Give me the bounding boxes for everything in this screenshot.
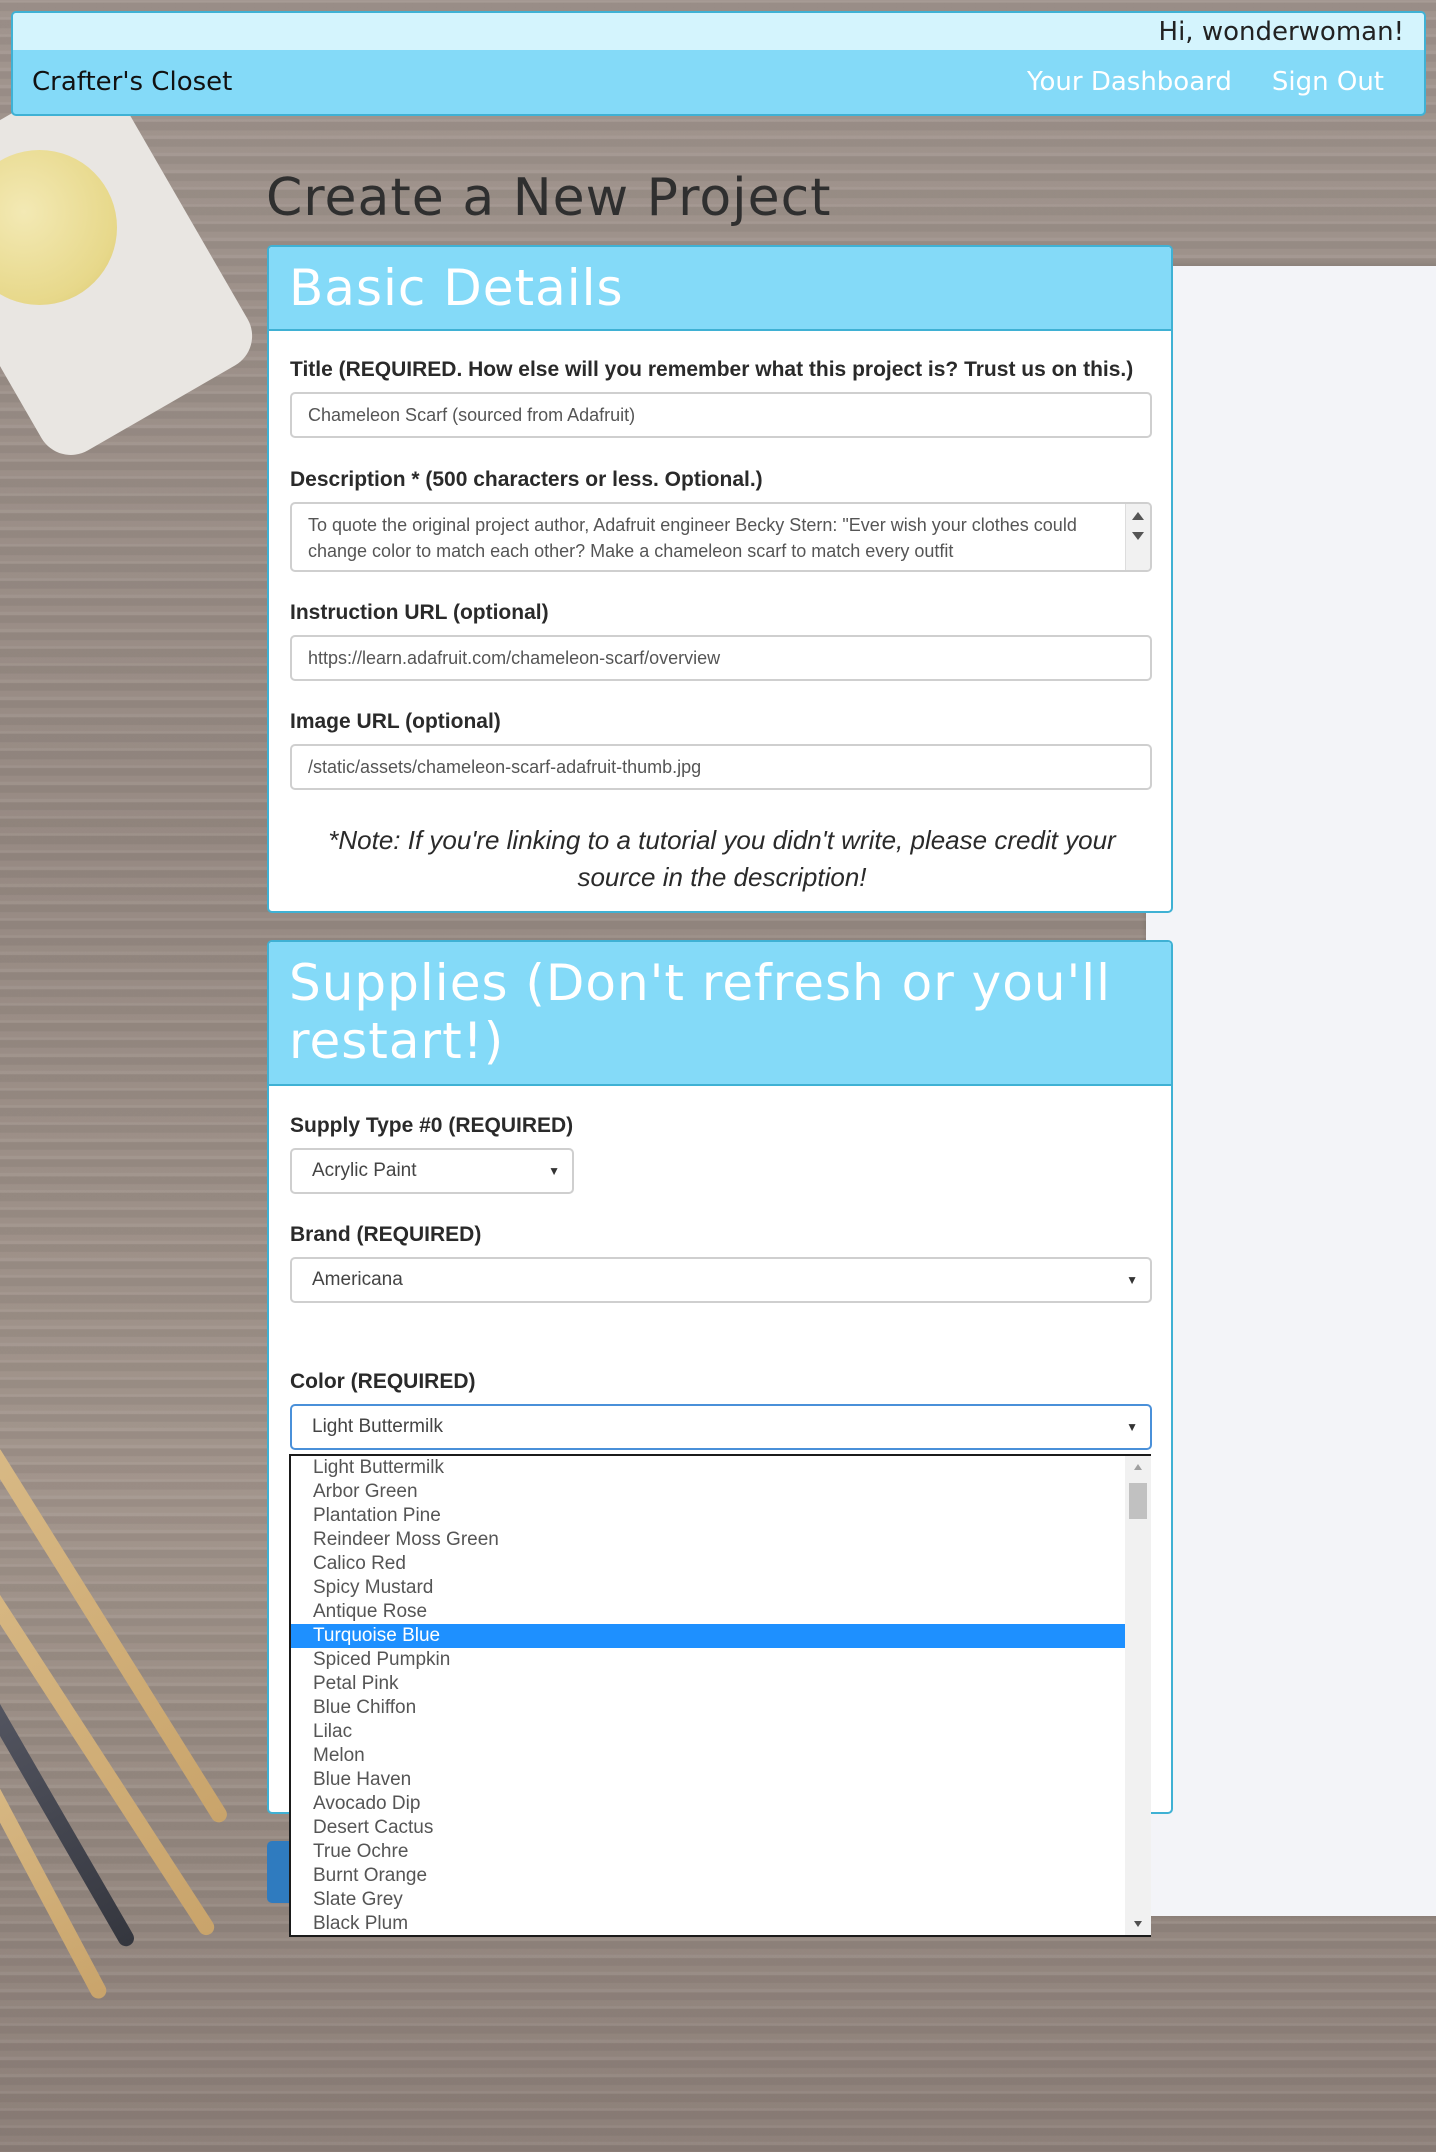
background-paper [1146, 266, 1436, 1916]
image-url-label: Image URL (optional) [290, 710, 501, 733]
description-text: To quote the original project author, Ad… [308, 515, 1077, 561]
color-option[interactable]: Calico Red [291, 1552, 1125, 1576]
background-paint-blob [0, 150, 117, 305]
background-brush [0, 1543, 218, 1939]
chevron-down-icon: ▼ [548, 1164, 560, 1178]
color-option[interactable]: Spicy Mustard [291, 1576, 1125, 1600]
color-option[interactable]: Spiced Pumpkin [291, 1648, 1125, 1672]
brand-value: Americana [312, 1269, 403, 1290]
image-url-input[interactable] [290, 744, 1152, 790]
dropdown-scrollbar[interactable] [1125, 1456, 1151, 1935]
color-option[interactable]: Black Plum [291, 1912, 1125, 1935]
scrollbar-thumb[interactable] [1129, 1483, 1147, 1519]
navbar-topbar: Hi, wonderwoman! [13, 13, 1424, 50]
instruction-url-input[interactable] [290, 635, 1152, 681]
scroll-down-arrow-icon[interactable] [1132, 532, 1144, 540]
instruction-url-label: Instruction URL (optional) [290, 601, 549, 624]
color-option[interactable]: Petal Pink [291, 1672, 1125, 1696]
description-scrollbar[interactable] [1125, 504, 1150, 570]
color-option[interactable]: Lilac [291, 1720, 1125, 1744]
title-input[interactable] [290, 392, 1152, 438]
color-select[interactable]: Light Buttermilk ▼ [290, 1404, 1152, 1450]
description-label: Description * (500 characters or less. O… [290, 468, 763, 491]
brand-select[interactable]: Americana ▼ [290, 1257, 1152, 1303]
color-value: Light Buttermilk [312, 1416, 443, 1437]
background-brush [0, 1443, 230, 1826]
color-options: Light Buttermilk Arbor Green Plantation Pi… [291, 1456, 1125, 1935]
nav-dashboard-link[interactable]: Your Dashboard [1027, 67, 1232, 97]
basic-details-panel: Basic Details Title (REQUIRED. How else … [267, 245, 1173, 913]
nav-sign-out-link[interactable]: Sign Out [1272, 67, 1384, 97]
scroll-up-arrow-icon[interactable] [1132, 512, 1144, 520]
title-label: Title (REQUIRED. How else will you remem… [290, 358, 1134, 381]
color-option[interactable]: Light Buttermilk [291, 1456, 1125, 1480]
chevron-down-icon: ▼ [1126, 1273, 1138, 1287]
brand-label: Brand (REQUIRED) [290, 1223, 482, 1246]
scroll-down-arrow-icon[interactable] [1134, 1921, 1142, 1927]
basic-details-heading: Basic Details [269, 247, 1171, 331]
color-label: Color (REQUIRED) [290, 1370, 476, 1393]
supply-type-value: Acrylic Paint [312, 1160, 417, 1181]
color-option[interactable]: Antique Rose [291, 1600, 1125, 1624]
credit-note: *Note: If you're linking to a tutorial y… [328, 825, 1116, 892]
color-option[interactable]: Reindeer Moss Green [291, 1528, 1125, 1552]
navbar: Hi, wonderwoman! Crafter's Closet Your D… [11, 11, 1426, 116]
scroll-up-arrow-icon[interactable] [1134, 1464, 1142, 1470]
color-option[interactable]: Avocado Dip [291, 1792, 1125, 1816]
supply-type-select[interactable]: Acrylic Paint ▼ [290, 1148, 574, 1194]
color-dropdown-list[interactable]: Light Buttermilk Arbor Green Plantation Pi… [289, 1454, 1151, 1937]
color-option[interactable]: Turquoise Blue [291, 1624, 1125, 1648]
background-brush [0, 1664, 137, 1950]
supply-type-label: Supply Type #0 (REQUIRED) [290, 1114, 574, 1137]
chevron-down-icon: ▼ [1126, 1420, 1138, 1434]
color-option[interactable]: Plantation Pine [291, 1504, 1125, 1528]
description-textarea[interactable]: To quote the original project author, Ad… [290, 502, 1152, 572]
color-option[interactable]: Melon [291, 1744, 1125, 1768]
nav-links: Your Dashboard Sign Out [1027, 67, 1384, 97]
user-greeting: Hi, wonderwoman! [1158, 17, 1404, 47]
background-paint-dish [0, 62, 265, 468]
brand-logo-link[interactable]: Crafter's Closet [32, 67, 232, 97]
color-option[interactable]: Arbor Green [291, 1480, 1125, 1504]
page-title: Create a New Project [266, 168, 832, 228]
supplies-heading: Supplies (Don't refresh or you'll restar… [269, 942, 1171, 1086]
background-brush [0, 1764, 110, 2002]
color-option[interactable]: Blue Chiffon [291, 1696, 1125, 1720]
color-option[interactable]: Blue Haven [291, 1768, 1125, 1792]
color-option[interactable]: True Ochre [291, 1840, 1125, 1864]
color-option[interactable]: Burnt Orange [291, 1864, 1125, 1888]
color-option[interactable]: Slate Grey [291, 1888, 1125, 1912]
color-option[interactable]: Desert Cactus [291, 1816, 1125, 1840]
